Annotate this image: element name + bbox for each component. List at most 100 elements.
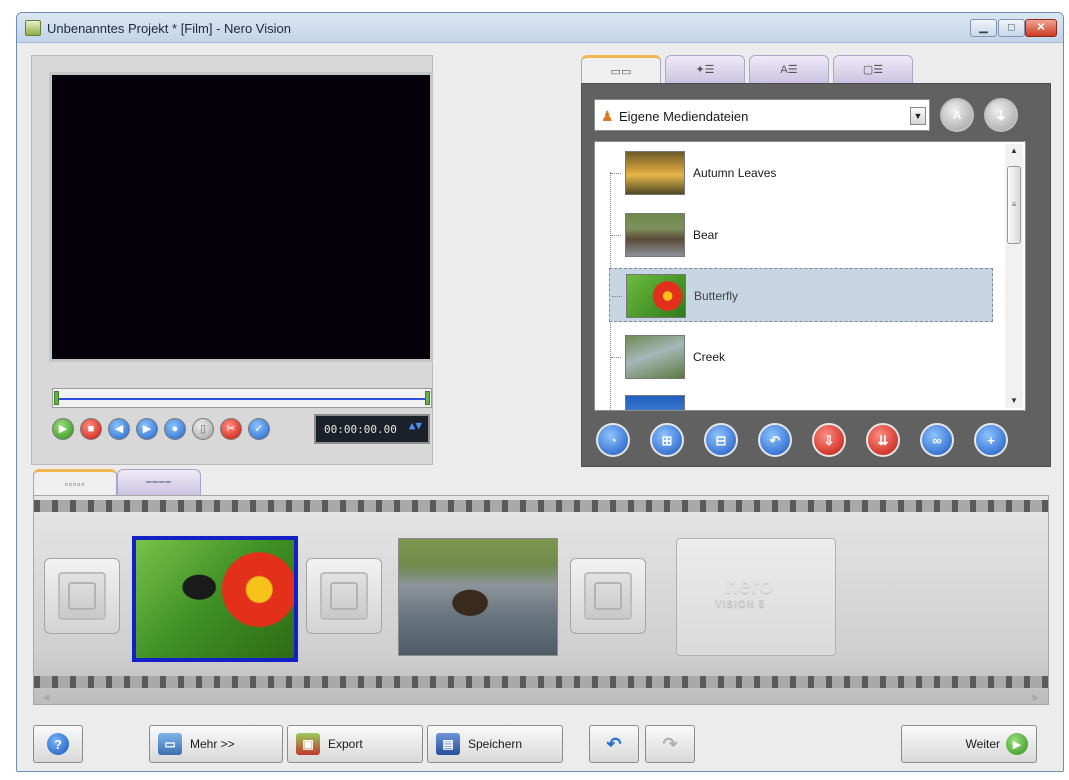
next-button[interactable]: Weiter ▶ [901, 725, 1037, 763]
tab-effects[interactable]: ✦☰ [665, 55, 745, 83]
film-perforation-top [34, 500, 1048, 512]
add-media-button[interactable]: + [974, 423, 1008, 457]
save-button[interactable]: ▤ Speichern [427, 725, 563, 763]
play-button[interactable]: ▶ [52, 418, 74, 440]
tab-media-label: ▭▭ [610, 66, 632, 78]
scissors-icon: ✂ [226, 422, 236, 435]
timecode-spinner-icon[interactable]: ▲▼ [409, 420, 422, 431]
tree-connector [611, 235, 621, 236]
save-icon: ▤ [436, 733, 460, 755]
list-item-partial[interactable] [609, 390, 993, 410]
storyboard: nero VISION 5 ◀ ▶ [33, 495, 1049, 705]
picture-icon: ▭ [158, 733, 182, 755]
browse-button-b[interactable]: ⏚ [984, 98, 1018, 132]
stop-button[interactable]: ■ [80, 418, 102, 440]
thumbnail-partial [625, 395, 685, 410]
tab-media[interactable]: ▭▭ [581, 55, 661, 85]
scroll-left-icon[interactable]: ◀ [38, 690, 54, 704]
tab-text[interactable]: A☰ [749, 55, 829, 83]
timecode-field[interactable]: 00:00:00.00 ▲▼ [314, 414, 430, 444]
tab-transitions-label: ▢☰ [862, 64, 884, 76]
tab-transitions[interactable]: ▢☰ [833, 55, 913, 83]
tab-timeline[interactable]: ━━━━ [117, 469, 201, 495]
split-button[interactable]: ▯ [192, 418, 214, 440]
user-folder-icon: ♟ [601, 108, 614, 124]
redo-icon: ↷ [662, 733, 678, 754]
chapter-button[interactable]: ⊞ [650, 423, 684, 457]
a-icon: A [952, 108, 962, 122]
disc-button[interactable]: ⊟ [704, 423, 738, 457]
transition-slot[interactable] [570, 558, 646, 634]
undo-icon: ↶ [769, 432, 781, 448]
clip-bear[interactable] [398, 538, 558, 656]
seek-bar[interactable] [52, 388, 432, 408]
list-item-bear[interactable]: Bear [609, 208, 993, 262]
scroll-right-icon[interactable]: ▶ [1028, 690, 1044, 704]
scroll-up-icon[interactable]: ▲ [1005, 144, 1023, 158]
thumbnail-bear [625, 213, 685, 257]
window-title: Unbenanntes Projekt * [Film] - Nero Visi… [47, 21, 291, 36]
maximize-button[interactable]: □ [998, 19, 1025, 37]
list-scrollbar[interactable]: ▲ ≡ ▼ [1005, 144, 1023, 408]
video-preview[interactable] [49, 72, 433, 362]
link-button[interactable]: ∞ [920, 423, 954, 457]
chevron-down-icon[interactable]: ▼ [910, 107, 926, 125]
close-icon: ✕ [1036, 21, 1046, 34]
minimize-button[interactable]: ▁ [970, 19, 997, 37]
arrow-right-icon: ▶ [1006, 733, 1028, 755]
app-icon [25, 20, 41, 36]
start-marker[interactable] [54, 391, 59, 405]
minimize-icon: ▁ [979, 21, 988, 34]
stop-icon: ■ [87, 422, 95, 435]
prev-frame-icon: ◀ [114, 422, 124, 435]
tree-connector [611, 173, 621, 174]
media-browser: ♟ Eigene Mediendateien ▼ A ⏚ Autumn Leav… [581, 83, 1051, 467]
tree-connector [611, 357, 621, 358]
check-button[interactable]: ✓ [248, 418, 270, 440]
clip-butterfly[interactable] [132, 536, 298, 662]
tab-storyboard[interactable]: ▫▫▫▫▫ [33, 469, 117, 495]
tab-text-label: A☰ [780, 64, 798, 76]
help-icon: ? [47, 733, 69, 755]
item-label: Bear [693, 228, 719, 242]
media-list: Autumn Leaves Bear Butterfly Creek ▲ ≡ ▼ [594, 141, 1026, 411]
item-label: Creek [693, 350, 726, 364]
browse-button-a[interactable]: A [940, 98, 974, 132]
close-button[interactable]: ✕ [1025, 19, 1057, 37]
folder-dropdown[interactable]: ♟ Eigene Mediendateien ▼ [594, 99, 930, 131]
list-item-creek[interactable]: Creek [609, 330, 993, 384]
title-bar: Unbenanntes Projekt * [Film] - Nero Visi… [17, 13, 1063, 43]
list-item-butterfly[interactable]: Butterfly [609, 268, 993, 322]
seek-track [57, 398, 427, 400]
scroll-thumb[interactable]: ≡ [1007, 166, 1021, 244]
vision-logo-text: VISION 5 [715, 599, 766, 610]
list-item-autumn-leaves[interactable]: Autumn Leaves [609, 146, 993, 200]
export-icon: ▣ [296, 733, 320, 755]
empty-clip-placeholder[interactable]: nero VISION 5 [676, 538, 836, 656]
undo-button[interactable]: ↶ [589, 725, 639, 763]
transition-slot[interactable] [44, 558, 120, 634]
export-button[interactable]: ▣ Export [287, 725, 423, 763]
next-frame-button[interactable]: ▶ [136, 418, 158, 440]
import-button[interactable]: ⇩ [812, 423, 846, 457]
undo-icon: ↶ [606, 733, 622, 754]
nero-logo-text: nero [725, 573, 773, 598]
end-marker[interactable] [425, 391, 430, 405]
item-label: Butterfly [694, 289, 739, 303]
prev-frame-button[interactable]: ◀ [108, 418, 130, 440]
import-icon: ⇩ [823, 432, 835, 448]
capture-button[interactable]: ⇊ [866, 423, 900, 457]
play-media-button[interactable]: ◔ [596, 423, 630, 457]
cut-button[interactable]: ✂ [220, 418, 242, 440]
snapshot-button[interactable]: ● [164, 418, 186, 440]
transition-slot[interactable] [306, 558, 382, 634]
undo-media-button[interactable]: ↶ [758, 423, 792, 457]
next-button-label: Weiter [965, 737, 1000, 751]
more-button[interactable]: ▭ Mehr >> [149, 725, 283, 763]
play-media-icon: ◔ [609, 432, 617, 448]
scroll-down-icon[interactable]: ▼ [1005, 394, 1023, 408]
thumbnail-butterfly [626, 274, 686, 318]
tree-connector [612, 296, 622, 297]
chapter-icon: ⊞ [661, 432, 673, 448]
help-button[interactable]: ? [33, 725, 83, 763]
